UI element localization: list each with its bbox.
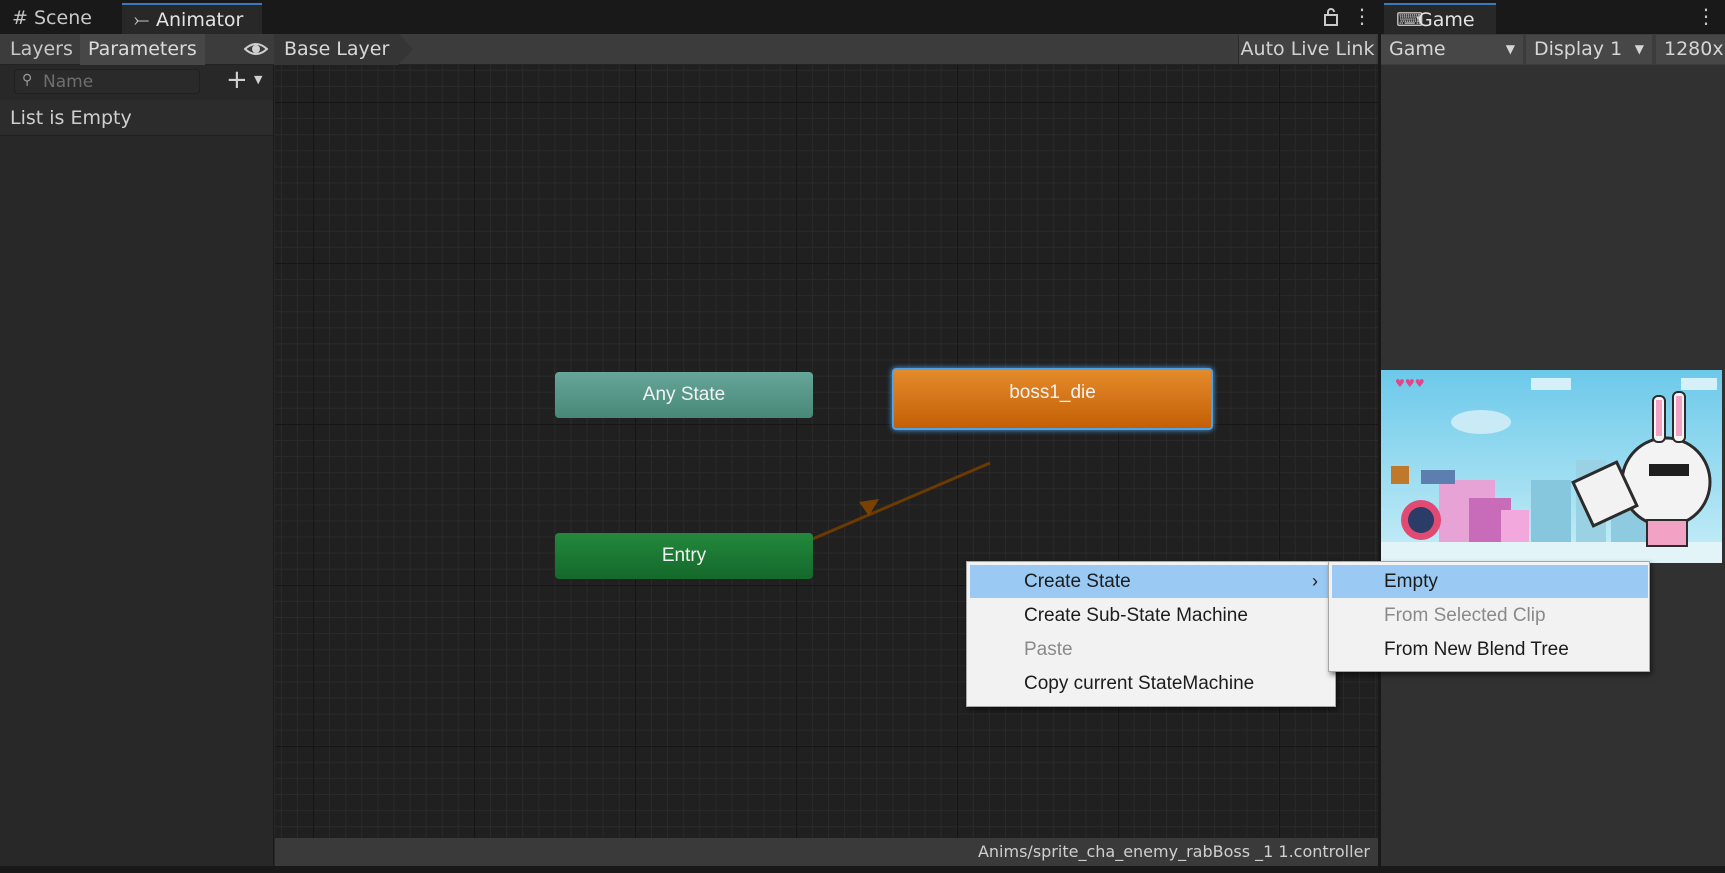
menu-item-label: From New Blend Tree [1384,639,1569,660]
menu-item-create-state[interactable]: Create State › [970,565,1332,598]
resolution-select[interactable]: 1280x7 [1656,35,1725,64]
tab-scene-label: Scene [34,7,92,29]
animator-window: Layers Parameters Base Layer Auto Live L… [0,34,1378,866]
game-view-select-label: Game [1389,38,1446,60]
parameter-search[interactable]: ⚲ [14,69,200,94]
parameters-panel: ⚲ + ▼ List is Empty [0,65,274,866]
tab-game-label: Game [1418,9,1475,31]
game-window: Game ▼ Display 1 ▼ 1280x7 [1381,34,1725,866]
parameters-empty-message: List is Empty [0,100,273,136]
boss-die-state-node[interactable]: boss1_die [892,368,1213,430]
tab-animator-label: Animator [156,9,244,31]
game-view-select[interactable]: Game ▼ [1381,35,1523,64]
search-input[interactable] [43,71,193,92]
transition-arrow [760,461,991,563]
gamepad-icon: ⌨ [1396,9,1424,31]
display-select[interactable]: Display 1 ▼ [1526,35,1652,64]
tab-scene[interactable]: # Scene [0,3,122,34]
any-state-node[interactable]: Any State [555,372,813,418]
resolution-label: 1280x7 [1664,38,1725,60]
auto-live-link-button[interactable]: Auto Live Link [1238,35,1376,64]
tab-animator[interactable]: ⤚ Animator [122,3,262,34]
display-select-label: Display 1 [1534,38,1623,60]
scene-grid-icon: # [12,7,28,29]
status-bar: Anims/sprite_cha_enemy_rabBoss _1 1.cont… [275,838,1378,866]
breadcrumb-base-layer[interactable]: Base Layer [274,34,414,65]
window-bottom-edge [0,866,1725,873]
menu-item-label: Create Sub-State Machine [1024,605,1248,626]
submenu-item-empty[interactable]: Empty [1332,565,1648,598]
kebab-menu-icon[interactable]: ⋮ [1352,4,1372,28]
menu-item-create-sub-state-machine[interactable]: Create Sub-State Machine [970,599,1332,632]
menu-item-label: Copy current StateMachine [1024,673,1255,694]
chevron-down-icon: ▼ [1634,42,1644,56]
lock-icon[interactable] [1322,6,1340,28]
controller-path: Anims/sprite_cha_enemy_rabBoss _1 1.cont… [977,842,1370,861]
game-kebab-menu-icon[interactable]: ⋮ [1696,4,1716,28]
state-machine-graph[interactable]: Any State Entry boss1_die [275,65,1378,838]
menu-item-label: From Selected Clip [1384,605,1546,626]
menu-item-paste: Paste [970,633,1332,666]
search-icon: ⚲ [22,72,33,88]
game-viewport[interactable]: ♥♥♥ [1381,370,1722,563]
svg-text:♥♥♥: ♥♥♥ [1395,377,1425,390]
tab-layers[interactable]: Layers [2,34,81,65]
menu-item-label: Empty [1384,571,1438,592]
menu-item-label: Create State [1024,571,1131,592]
add-parameter-icon[interactable]: + [226,66,248,94]
menu-item-label: Paste [1024,639,1073,660]
create-state-submenu: Empty From Selected Clip From New Blend … [1328,561,1650,672]
eye-icon[interactable] [243,40,269,58]
entry-node[interactable]: Entry [555,533,813,579]
chevron-down-icon: ▼ [1505,42,1515,56]
submenu-item-from-new-blend-tree[interactable]: From New Blend Tree [1332,633,1648,666]
submenu-item-from-selected-clip: From Selected Clip [1332,599,1648,632]
game-toolbar: Game ▼ Display 1 ▼ 1280x7 [1381,34,1725,65]
animator-toolbar: Layers Parameters Base Layer Auto Live L… [0,34,1378,65]
animator-icon: ⤚ [134,9,150,31]
menu-item-copy-current-statemachine[interactable]: Copy current StateMachine [970,667,1332,700]
game-scene-image: ♥♥♥ [1381,370,1722,563]
tab-parameters[interactable]: Parameters [80,34,205,65]
tab-game[interactable]: ⌨Game [1384,3,1496,34]
graph-context-menu: Create State › Create Sub-State Machine … [966,561,1336,707]
chevron-down-icon[interactable]: ▼ [254,73,262,86]
chevron-right-icon: › [1312,571,1318,591]
